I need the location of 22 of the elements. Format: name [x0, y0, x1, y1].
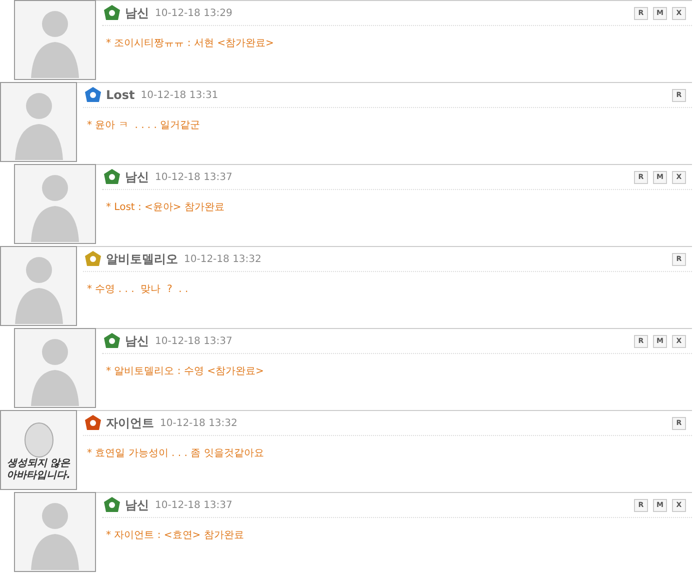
- post-date: 10-12-18 13:32: [184, 254, 262, 264]
- comment-text: * 자이언트 : <효연> 참가완료: [106, 529, 245, 542]
- comment-text: * 조이시티짱ㅠㅠ : 서현 <참가완료>: [106, 37, 275, 50]
- comment-text: * Lost : <윤아> 참가완료: [106, 201, 226, 214]
- comment-text: * 수영 . . . 맞나 ? . .: [87, 283, 190, 296]
- post-date: 10-12-18 13:32: [160, 418, 238, 428]
- user-name: 남신: [125, 496, 149, 514]
- user-name: 남신: [125, 4, 149, 22]
- avatar-caption: 생성되지 않은 아바타입니다.: [6, 458, 72, 482]
- post-date: 10-12-18 13:37: [155, 172, 232, 182]
- user-name: 자이언트: [106, 414, 154, 432]
- post-date: 10-12-18 13:37: [155, 500, 232, 510]
- comment-text: * 윤아 ㅋ . . . . 일거같군: [87, 119, 202, 132]
- comment-text: * 효연일 가능성이 . . . 좀 잇을것같아요: [87, 447, 265, 460]
- post-date: 10-12-18 13:29: [155, 8, 232, 18]
- comment-text: * 알비토델리오 : 수영 <참가완료>: [106, 365, 265, 378]
- post-date: 10-12-18 13:31: [140, 90, 218, 100]
- user-name: 남신: [125, 168, 149, 186]
- user-name: 알비토델리오: [106, 250, 178, 268]
- user-name: Lost: [106, 88, 135, 102]
- post-date: 10-12-18 13:37: [155, 336, 232, 346]
- user-name: 남신: [125, 332, 149, 350]
